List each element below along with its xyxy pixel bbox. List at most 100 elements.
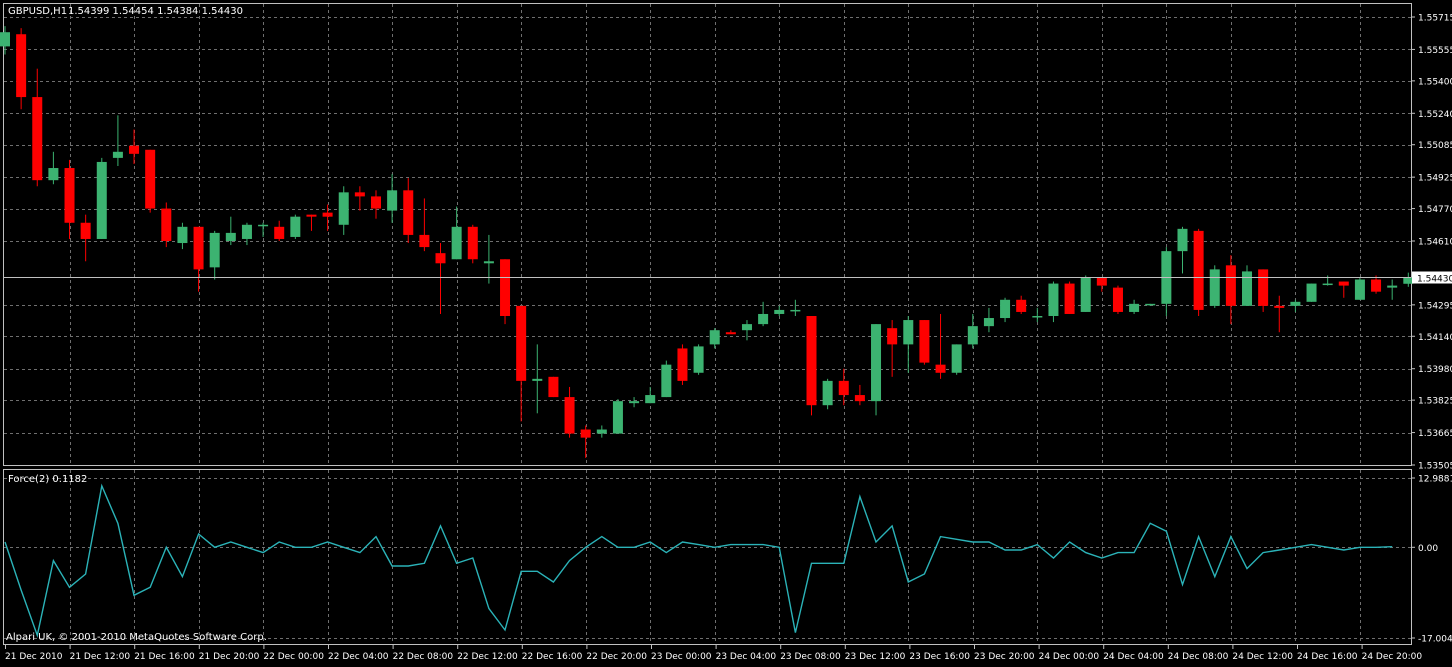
price-tick-label: 1.53665 xyxy=(1418,429,1452,439)
candle-body xyxy=(96,161,107,239)
candle xyxy=(1242,265,1253,306)
time-tick-label: 23 Dec 04:00 xyxy=(716,652,777,662)
price-tick-label: 1.53980 xyxy=(1418,365,1452,375)
candle-body xyxy=(16,34,27,98)
candle-body xyxy=(1371,279,1382,292)
time-tick-label: 23 Dec 12:00 xyxy=(845,652,906,662)
candle-body xyxy=(806,316,817,406)
candle-body xyxy=(532,378,543,381)
candle xyxy=(612,399,623,434)
candle-body xyxy=(1306,283,1317,302)
candle-body xyxy=(274,226,285,239)
candle-body xyxy=(967,326,978,345)
candle-body xyxy=(483,261,494,264)
candle-body xyxy=(306,214,317,217)
candle-body xyxy=(467,226,478,260)
candle-body xyxy=(1112,287,1123,312)
candle-body xyxy=(370,196,381,209)
candle-body xyxy=(612,401,623,434)
price-tick-label: 1.54140 xyxy=(1418,333,1452,343)
candle-body xyxy=(0,32,10,47)
candle-body xyxy=(435,253,446,264)
candle xyxy=(1048,281,1059,323)
price-tick-label: 1.55715 xyxy=(1418,14,1452,24)
candle-body xyxy=(177,226,188,244)
price-tick-label: 1.53505 xyxy=(1418,462,1452,472)
time-tick-label: 24 Dec 08:00 xyxy=(1168,652,1229,662)
candle-body xyxy=(209,232,220,268)
candle xyxy=(677,344,688,385)
candle-body xyxy=(145,149,156,209)
candle-body xyxy=(790,309,801,312)
time-tick-label: 22 Dec 20:00 xyxy=(586,652,647,662)
candle xyxy=(1258,269,1269,312)
candle-body xyxy=(1000,299,1011,319)
candle-body xyxy=(1129,303,1140,312)
candle xyxy=(951,344,962,375)
candle-body xyxy=(1258,269,1269,306)
candle xyxy=(1080,275,1091,312)
candle-body xyxy=(290,216,301,237)
candle-body xyxy=(354,192,365,197)
copyright-label: Alpari UK, © 2001-2010 MetaQuotes Softwa… xyxy=(6,632,267,643)
candle-body xyxy=(322,212,333,217)
price-tick-label: 1.54295 xyxy=(1418,301,1452,311)
candle-body xyxy=(80,222,91,239)
candle-body xyxy=(935,364,946,373)
candle-body xyxy=(548,376,559,398)
candle-body xyxy=(64,168,75,223)
candle-body xyxy=(758,313,769,325)
candle-body xyxy=(48,168,59,181)
candle-body xyxy=(1225,265,1236,306)
candle xyxy=(467,224,478,264)
chart-canvas[interactable]: 1.54430 1.557151.555551.554001.552401.55… xyxy=(0,0,1452,663)
candle-body xyxy=(774,309,785,314)
time-tick-label: 23 Dec 00:00 xyxy=(651,652,712,662)
candle-body xyxy=(161,208,172,241)
force-indicator-label: Force(2) 0.1182 xyxy=(8,474,87,485)
candle xyxy=(161,202,172,248)
candle-body xyxy=(1290,301,1301,306)
candle-body xyxy=(1145,303,1156,306)
candle-body xyxy=(338,192,349,225)
time-tick-label: 22 Dec 08:00 xyxy=(393,652,454,662)
chart-window[interactable]: 1.54430 1.55715 1.55555 1.55400 1.55240 1.55… xyxy=(0,0,1452,663)
candle xyxy=(16,28,27,110)
candle-body xyxy=(645,395,656,404)
candle xyxy=(145,149,156,213)
candle xyxy=(1112,285,1123,314)
time-tick-label: 21 Dec 20:00 xyxy=(199,652,260,662)
candle-body xyxy=(871,324,882,402)
time-tick-label: 24 Dec 20:00 xyxy=(1362,652,1423,662)
candle-body xyxy=(822,380,833,406)
candle-body xyxy=(225,232,236,241)
symbol-label: GBPUSD,H1 xyxy=(8,6,67,17)
candle-body xyxy=(1177,228,1188,252)
candle-body xyxy=(596,429,607,434)
candle-body xyxy=(1064,283,1075,314)
candle-body xyxy=(1193,230,1204,310)
candle-body xyxy=(1016,299,1027,312)
candle xyxy=(548,376,559,398)
candle-body xyxy=(1403,277,1414,284)
time-tick-label: 22 Dec 12:00 xyxy=(457,652,518,662)
candle-body xyxy=(580,429,591,438)
price-tick-label: 1.53825 xyxy=(1418,397,1452,407)
candle-body xyxy=(725,332,736,335)
price-tick-label: 1.55555 xyxy=(1418,46,1452,56)
candle-body xyxy=(1080,277,1091,312)
candle-body xyxy=(854,395,865,402)
force-tick-label: 12.9881 xyxy=(1418,475,1452,485)
candle-body xyxy=(241,224,252,239)
time-tick-label: 22 Dec 16:00 xyxy=(522,652,583,662)
candle-body xyxy=(709,330,720,345)
price-tick-label: 1.54770 xyxy=(1418,205,1452,215)
candle-body xyxy=(919,320,930,363)
time-tick-label: 21 Dec 12:00 xyxy=(70,652,131,662)
candle xyxy=(1306,283,1317,302)
force-tick-label: 0.00 xyxy=(1418,544,1438,554)
candle-body xyxy=(1096,277,1107,286)
price-tick-label: 1.55085 xyxy=(1418,141,1452,151)
price-axis: 1.55715 1.55555 1.55400 1.55240 1.55085 1.549… xyxy=(1411,14,1452,472)
candle xyxy=(806,316,817,416)
